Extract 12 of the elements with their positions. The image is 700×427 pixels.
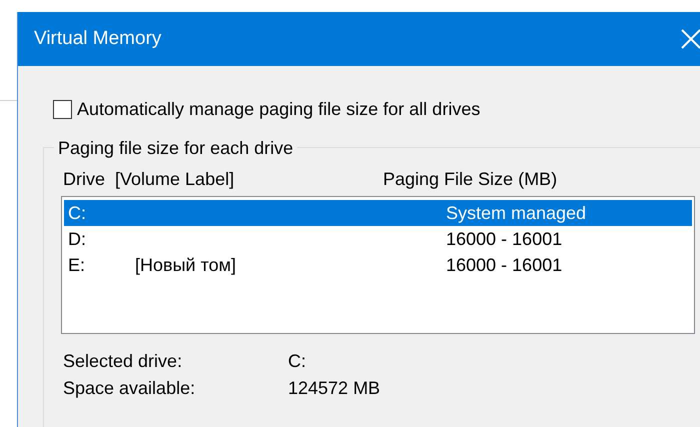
column-header: Paging File Size (MB): [383, 168, 558, 190]
drive-list[interactable]: C: System managed D: 16000 - 16001 E: [Новый том] 16000 - 16001: [61, 196, 695, 334]
drive-row[interactable]: C: System managed: [64, 200, 692, 226]
column-header: Drive [Volume Label]: [63, 168, 236, 190]
detail-value: 124572 MB: [288, 377, 380, 400]
checkbox-label: Automatically manage paging file size for all drives: [77, 98, 480, 121]
detail-label: Selected drive:: [63, 350, 184, 373]
detail-label: Space available:: [63, 377, 196, 400]
close-icon[interactable]: [681, 29, 700, 49]
detail-value: C:: [288, 350, 306, 373]
checkbox[interactable]: [53, 100, 72, 119]
window-title: Virtual Memory: [34, 26, 162, 51]
